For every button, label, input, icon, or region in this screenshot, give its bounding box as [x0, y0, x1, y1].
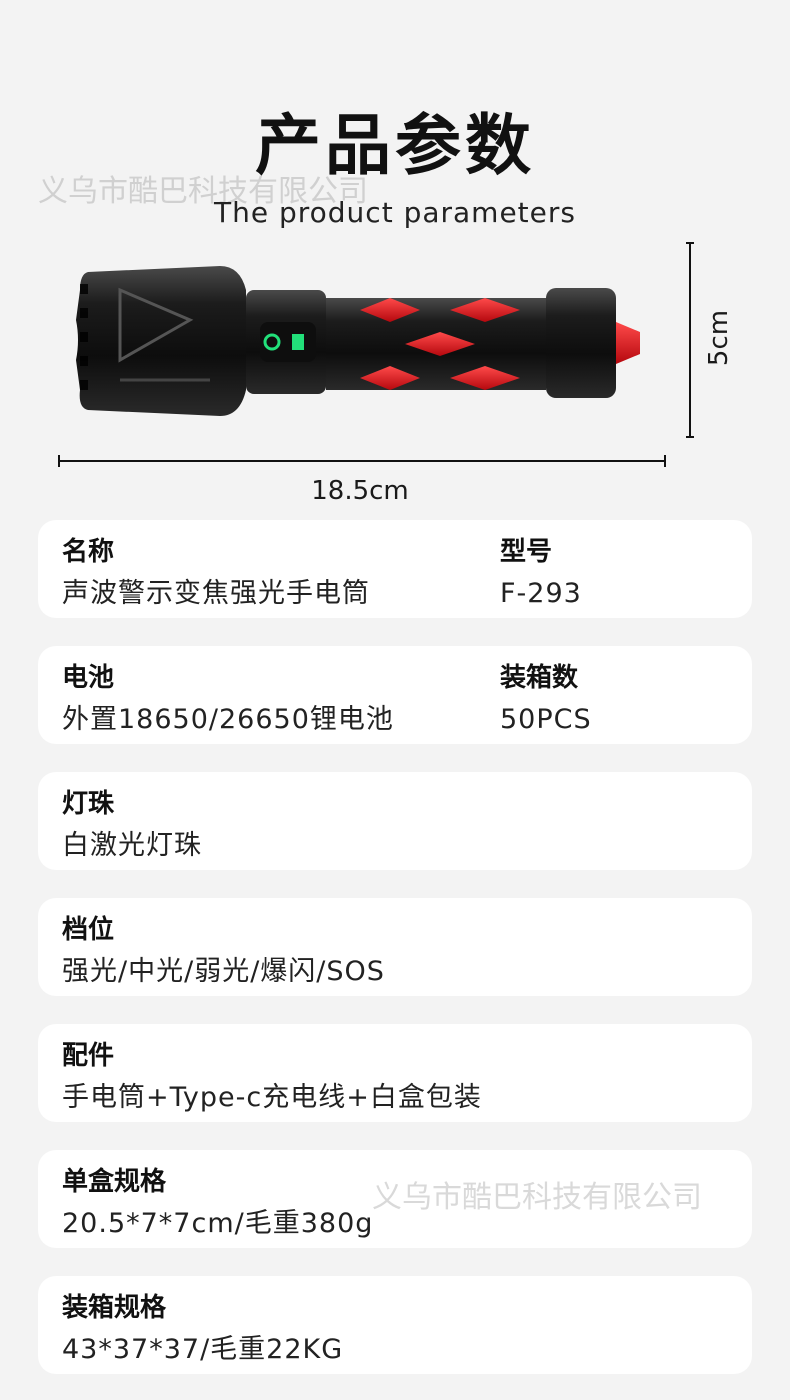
spec-card-carton-size: 装箱规格 43*37*37/毛重22KG — [38, 1276, 752, 1374]
spec-label: 配件 — [62, 1041, 115, 1071]
spec-card-modes: 档位强光/中光/弱光/爆闪/SOS — [38, 898, 752, 996]
spec-value: 43*37*37/毛重22KG — [62, 1334, 344, 1365]
height-dimension-line — [686, 242, 694, 438]
watermark-bottom: 义乌市酷巴科技有限公司 — [372, 1180, 702, 1215]
spec-value: 声波警示变焦强光手电筒 — [62, 578, 370, 609]
spec-label: 灯珠 — [62, 789, 115, 819]
spec-value: F-293 — [500, 578, 582, 609]
spec-label: 装箱数 — [500, 663, 579, 693]
spec-value: 外置18650/26650锂电池 — [62, 704, 394, 735]
spec-label: 型号 — [500, 537, 553, 567]
spec-label: 名称 — [62, 537, 115, 567]
spec-label: 单盒规格 — [62, 1167, 167, 1197]
length-dimension-line — [58, 455, 666, 467]
spec-value: 50PCS — [500, 704, 592, 735]
spec-card-led: 灯珠 白激光灯珠 — [38, 772, 752, 870]
spec-value: 20.5*7*7cm/毛重380g — [62, 1208, 374, 1239]
spec-value: 白激光灯珠 — [62, 830, 202, 861]
flashlight-image — [76, 266, 640, 416]
length-label: 18.5cm — [311, 476, 409, 506]
spec-value: 强光/中光/弱光/爆闪/SOS — [62, 956, 385, 987]
spec-card-accessories: 配件手电筒+Type-c充电线+白盒包装 — [38, 1024, 752, 1122]
spec-label: 电池 — [62, 663, 115, 693]
spec-label: 档位 — [62, 915, 115, 945]
page-subtitle: The product parameters — [214, 196, 576, 229]
spec-value: 手电筒+Type-c充电线+白盒包装 — [62, 1082, 482, 1113]
spec-card-battery: 电池外置18650/26650锂电池 装箱数 50PCS — [38, 646, 752, 744]
spec-card-name: 名称声波警示变焦强光手电筒 型号 F-293 — [38, 520, 752, 618]
spec-label: 装箱规格 — [62, 1293, 167, 1323]
height-label: 5cm — [704, 309, 734, 367]
